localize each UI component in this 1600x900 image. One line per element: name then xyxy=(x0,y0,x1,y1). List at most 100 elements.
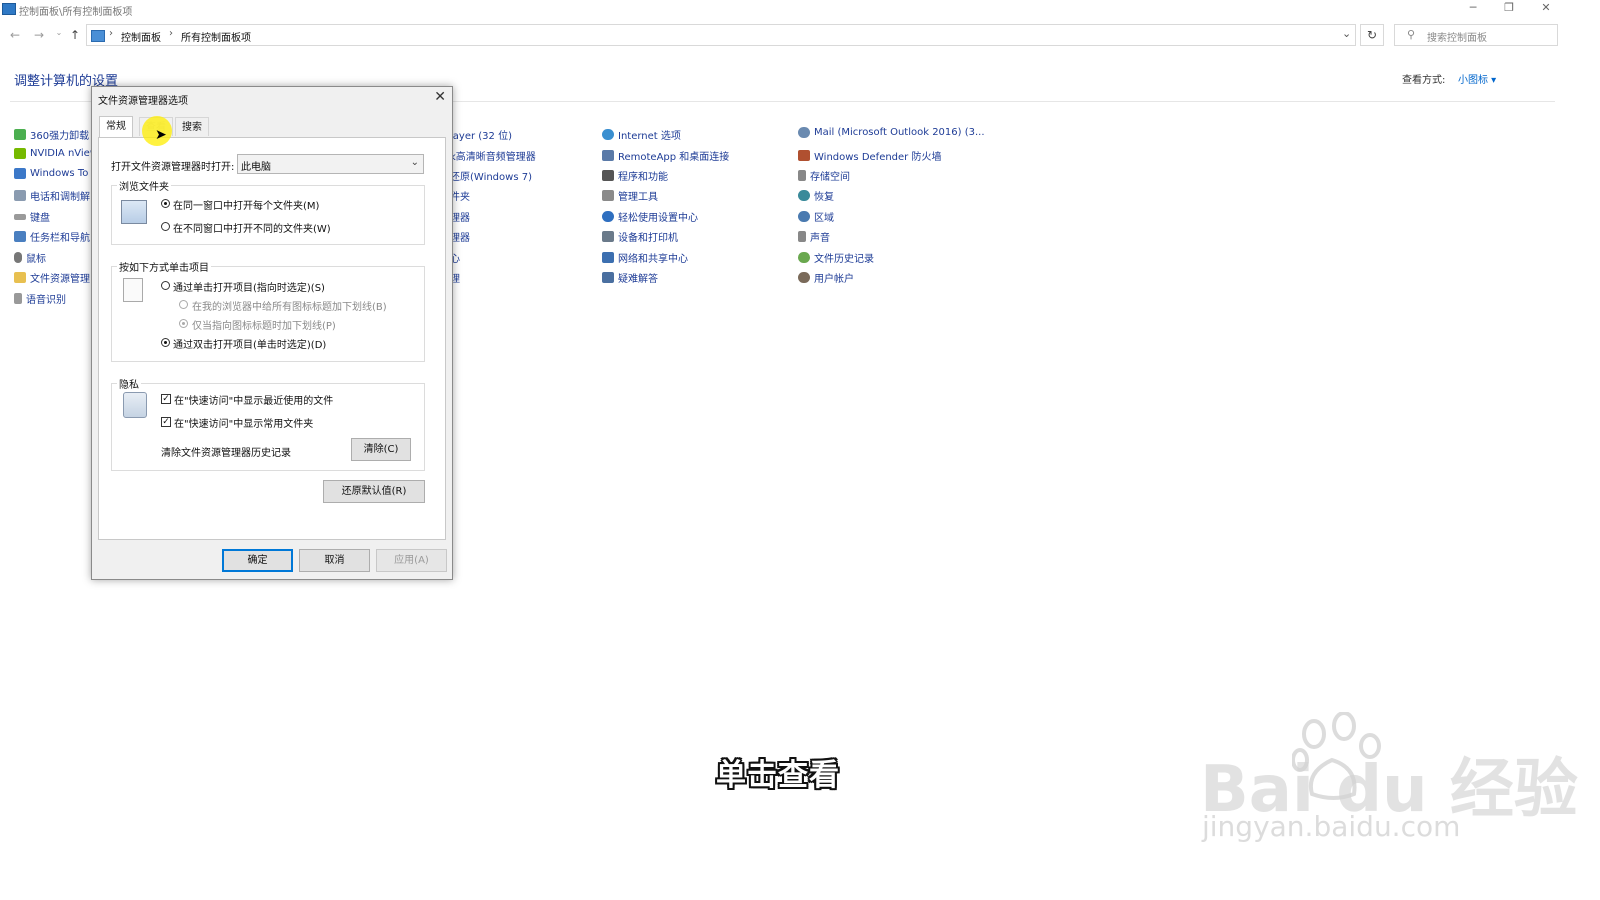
cp-item[interactable]: 设备和打印机 xyxy=(602,229,678,244)
cp-item[interactable]: 任务栏和导航 xyxy=(14,229,90,244)
breadcrumb-chevron-icon[interactable]: › xyxy=(109,28,113,39)
cp-item[interactable]: 疑难解答 xyxy=(602,270,658,285)
cp-item-label: 存储空间 xyxy=(810,172,850,183)
cp-item[interactable]: RemoteApp 和桌面连接 xyxy=(602,148,729,163)
search-input[interactable]: 搜索控制面板 xyxy=(1427,29,1487,44)
general-tab-panel: 打开文件资源管理器时打开: 此电脑 ⌄ 浏览文件夹 在同一窗口中打开每个文件夹(… xyxy=(98,137,446,540)
cp-item[interactable]: Windows To xyxy=(14,168,88,179)
cp-item[interactable]: 恢复 xyxy=(798,188,834,203)
app-icon xyxy=(14,129,26,140)
privacy-clock-icon xyxy=(123,392,147,418)
view-by-dropdown[interactable]: 小图标 ▾ xyxy=(1458,71,1496,86)
cp-item[interactable]: Windows Defender 防火墙 xyxy=(798,148,941,163)
cp-item[interactable]: 程序和功能 xyxy=(602,168,668,183)
up-arrow-icon[interactable]: ↑ xyxy=(68,28,82,42)
close-window-button[interactable]: ✕ xyxy=(1535,1,1557,17)
same-window-label[interactable]: 在同一窗口中打开每个文件夹(M) xyxy=(173,197,319,212)
cp-item[interactable]: 声音 xyxy=(798,229,830,244)
clear-history-label: 清除文件资源管理器历史记录 xyxy=(161,448,291,459)
underline-all-label[interactable]: 在我的浏览器中给所有图标标题加下划线(B) xyxy=(192,298,387,313)
checkbox-show-frequent[interactable]: ✓ xyxy=(161,417,171,427)
show-frequent-label[interactable]: 在"快速访问"中显示常用文件夹 xyxy=(174,415,313,430)
cp-item[interactable]: 件夹 xyxy=(450,188,470,203)
address-bar[interactable]: › 控制面板 › 所有控制面板项 ⌄ xyxy=(86,24,1356,46)
cp-item-label: 区域 xyxy=(814,213,834,224)
cp-item[interactable]: 文件资源管理 xyxy=(14,270,90,285)
single-click-label[interactable]: 通过单击打开项目(指向时选定)(S) xyxy=(173,279,325,294)
cp-item[interactable]: layer (32 位) xyxy=(450,127,512,142)
recent-dropdown-icon[interactable]: ⌄ xyxy=(52,28,66,37)
cp-item[interactable]: 360强力卸载 xyxy=(14,127,89,142)
new-window-label[interactable]: 在不同窗口中打开不同的文件夹(W) xyxy=(173,220,331,235)
cp-item-label: 文件资源管理 xyxy=(30,274,90,285)
cp-item-label: 鼠标 xyxy=(26,254,46,265)
cp-item[interactable]: 语音识别 xyxy=(14,291,66,306)
user-accounts-icon xyxy=(798,272,810,283)
cp-item[interactable]: 轻松使用设置中心 xyxy=(602,209,698,224)
cp-item[interactable]: 文件历史记录 xyxy=(798,250,874,265)
cp-item[interactable]: 键盘 xyxy=(14,209,50,224)
cancel-button[interactable]: 取消 xyxy=(299,549,370,572)
cp-item[interactable]: 管理工具 xyxy=(602,188,658,203)
radio-double-click[interactable] xyxy=(161,338,170,347)
search-box[interactable]: ⚲ 搜索控制面板 xyxy=(1394,24,1558,46)
show-recent-label[interactable]: 在"快速访问"中显示最近使用的文件 xyxy=(174,392,333,407)
cp-item[interactable]: 用户帐户 xyxy=(798,270,854,285)
cp-item[interactable]: 还原(Windows 7) xyxy=(450,168,532,183)
apply-button[interactable]: 应用(A) xyxy=(376,549,447,572)
cp-item[interactable]: k高清晰音频管理器 xyxy=(450,148,536,163)
tab-general[interactable]: 常规 xyxy=(99,116,133,137)
radio-underline-hover[interactable] xyxy=(179,319,188,328)
windows-icon xyxy=(14,168,26,179)
cp-item-label: 轻松使用设置中心 xyxy=(618,213,698,224)
programs-icon xyxy=(602,170,614,181)
view-by-label: 查看方式: xyxy=(1402,75,1446,86)
minimize-button[interactable]: ─ xyxy=(1462,1,1484,17)
checkbox-show-recent[interactable]: ✓ xyxy=(161,394,171,404)
ok-button[interactable]: 确定 xyxy=(222,549,293,572)
underline-hover-label[interactable]: 仅当指向图标标题时加下划线(P) xyxy=(192,317,336,332)
folder-window-icon xyxy=(121,200,147,224)
file-history-icon xyxy=(798,252,810,263)
cp-item-label: RemoteApp 和桌面连接 xyxy=(618,152,730,163)
dialog-title: 文件资源管理器选项 xyxy=(98,96,188,107)
cp-item-label: 理器 xyxy=(450,233,470,244)
cp-item-label: Windows To xyxy=(30,168,89,179)
radio-same-window[interactable] xyxy=(161,199,170,208)
close-icon[interactable]: ✕ xyxy=(434,89,446,105)
tab-search[interactable]: 搜索 xyxy=(175,117,209,136)
cp-item[interactable]: 网络和共享中心 xyxy=(602,250,688,265)
cp-item[interactable]: 电话和调制解 xyxy=(14,188,90,203)
network-icon xyxy=(602,252,614,263)
radio-underline-all[interactable] xyxy=(179,300,188,309)
troubleshoot-icon xyxy=(602,272,614,283)
cp-item[interactable]: NVIDIA nView xyxy=(14,148,98,159)
cp-item[interactable]: Mail (Microsoft Outlook 2016) (3... xyxy=(798,127,985,138)
open-to-select[interactable]: 此电脑 ⌄ xyxy=(237,154,424,174)
cp-item[interactable]: 理器 xyxy=(450,209,470,224)
radio-new-window[interactable] xyxy=(161,222,170,231)
folder-options-icon xyxy=(14,272,26,283)
phone-modem-icon xyxy=(14,190,26,201)
clear-history-button[interactable]: 清除(C) xyxy=(351,438,411,461)
address-dropdown-icon[interactable]: ⌄ xyxy=(1342,27,1351,40)
cp-item-label: NVIDIA nView xyxy=(30,148,99,159)
restore-button[interactable]: ❐ xyxy=(1498,1,1520,17)
breadcrumb-chevron-icon[interactable]: › xyxy=(169,28,173,39)
refresh-button[interactable]: ↻ xyxy=(1360,24,1384,46)
forward-arrow-icon[interactable]: → xyxy=(32,28,46,42)
folder-options-dialog: 文件资源管理器选项 ✕ 常规 查看 搜索 打开文件资源管理器时打开: 此电脑 ⌄… xyxy=(91,86,453,580)
breadcrumb-all-items[interactable]: 所有控制面板项 xyxy=(181,29,251,44)
cp-item-label: 设备和打印机 xyxy=(618,233,678,244)
restore-defaults-button[interactable]: 还原默认值(R) xyxy=(323,480,425,503)
cp-item[interactable]: 存储空间 xyxy=(798,168,850,183)
double-click-label[interactable]: 通过双击打开项目(单击时选定)(D) xyxy=(173,336,326,351)
cp-item[interactable]: 鼠标 xyxy=(14,250,46,265)
cp-item[interactable]: 区域 xyxy=(798,209,834,224)
cp-item[interactable]: 理器 xyxy=(450,229,470,244)
cp-item[interactable]: Internet 选项 xyxy=(602,127,681,142)
breadcrumb-control-panel[interactable]: 控制面板 xyxy=(121,29,161,44)
radio-single-click[interactable] xyxy=(161,281,170,290)
back-arrow-icon[interactable]: ← xyxy=(8,28,22,42)
admin-tools-icon xyxy=(602,190,614,201)
